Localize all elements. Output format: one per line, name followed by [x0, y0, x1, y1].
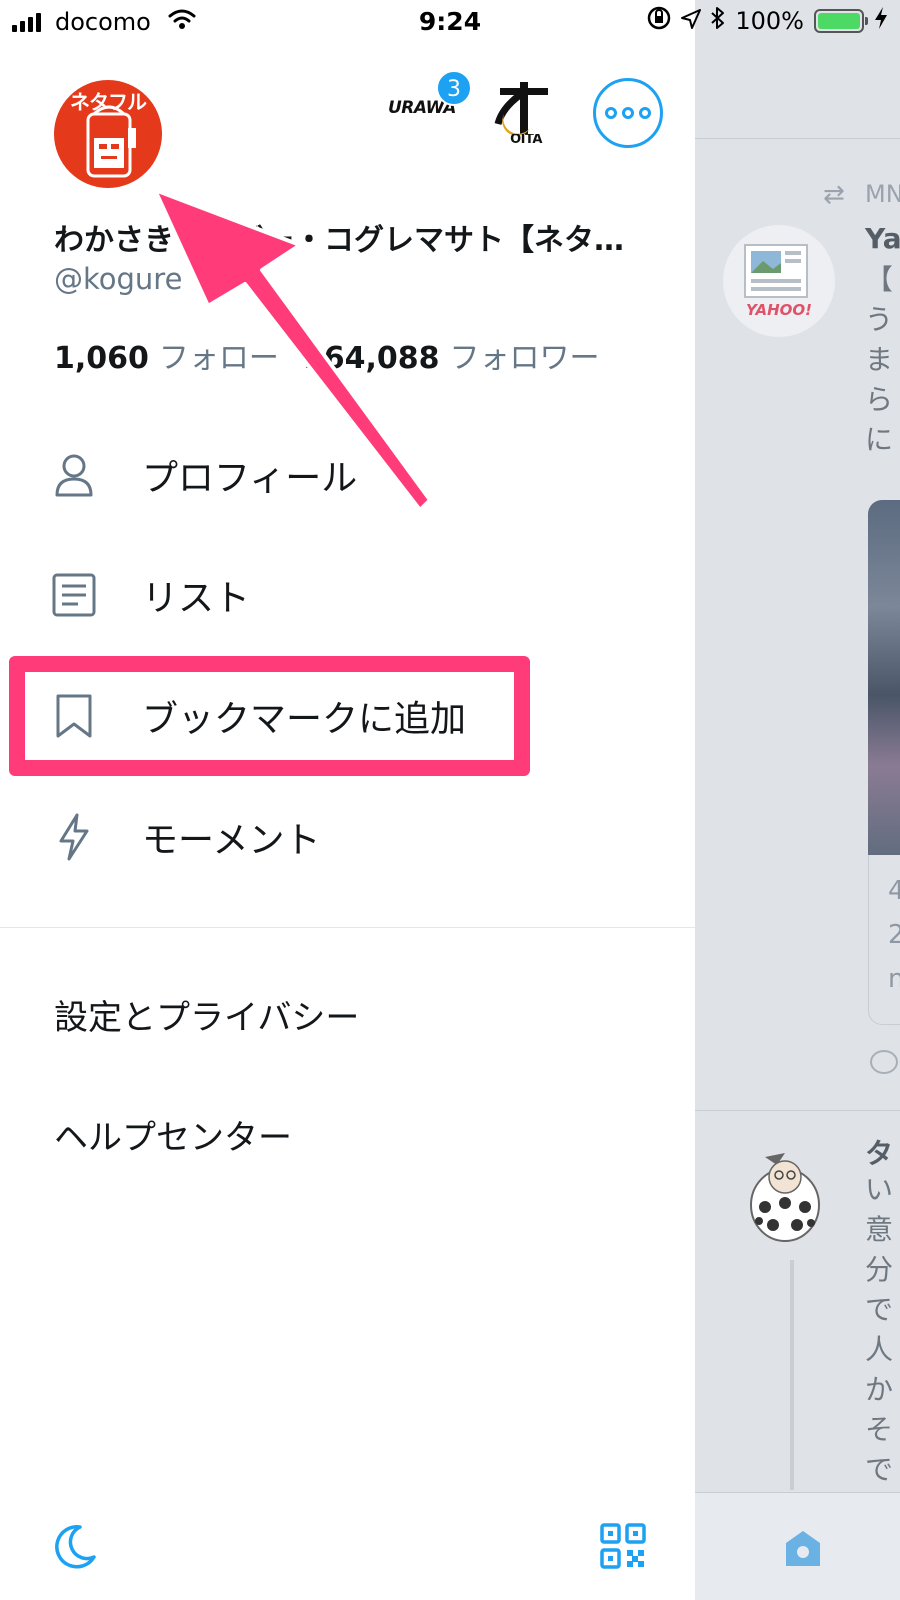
tweet-text-2: い 意 分 で 人 か そ で	[865, 1173, 894, 1486]
list-icon	[52, 571, 96, 619]
orientation-lock-icon	[647, 6, 671, 36]
reply-icon[interactable]	[870, 1050, 898, 1074]
menu-item-lists[interactable]: リスト	[0, 540, 695, 650]
tweet-media-image[interactable]	[868, 500, 900, 855]
cow-character-icon	[750, 1153, 820, 1242]
navigation-drawer: ネタフル URAWA 3 OITA わかさきブロガー・コグレマサト【ネタ… @k…	[0, 0, 695, 1600]
profile-handle[interactable]: @kogure	[54, 262, 182, 296]
oita-logo-text: OITA	[510, 134, 542, 146]
account-switch-oita[interactable]: OITA	[490, 78, 558, 148]
settings-privacy-link[interactable]: 設定とプライバシー	[54, 990, 359, 1039]
charging-icon	[874, 6, 888, 36]
bluetooth-icon	[711, 6, 725, 36]
following-label[interactable]: フォロー	[159, 341, 279, 376]
menu-label-moments: モーメント	[142, 820, 321, 861]
yahoo-logo-text: YAHOO!	[746, 301, 812, 319]
tweet-text: 【 う ま ら に	[865, 263, 894, 456]
tweet-author-name-2[interactable]: タ	[865, 1132, 893, 1172]
following-count[interactable]: 1,060	[54, 341, 149, 376]
follow-stats: 1,060 フォロー 164,088 フォロワー	[54, 333, 624, 377]
qr-code-icon[interactable]	[600, 1523, 646, 1573]
menu-item-moments[interactable]: モーメント	[0, 782, 695, 892]
status-right-group: 100%	[647, 6, 888, 36]
night-mode-icon[interactable]	[50, 1523, 98, 1575]
tweet-author-name[interactable]: Ya	[865, 222, 900, 255]
more-accounts-button[interactable]	[593, 78, 663, 148]
menu-item-profile[interactable]: プロフィール	[0, 420, 695, 530]
battery-percent: 100%	[735, 7, 804, 35]
drawer-divider	[0, 927, 695, 928]
location-icon	[681, 7, 702, 35]
profile-display-name[interactable]: わかさきブロガー・コグレマサト【ネタ…	[54, 215, 644, 259]
timeline-header-divider	[695, 138, 900, 139]
followers-label[interactable]: フォロワー	[450, 341, 600, 376]
lightning-icon	[52, 813, 96, 861]
retweet-icon: ⇄	[823, 180, 845, 210]
menu-label-profile: プロフィール	[142, 458, 358, 499]
news-icon	[744, 244, 808, 298]
dot-icon	[622, 107, 634, 119]
help-center-link[interactable]: ヘルプセンター	[54, 1110, 292, 1159]
followers-count[interactable]: 164,088	[303, 341, 440, 376]
timeline-background[interactable]: ⇄ MN YAHOO! Ya 【 う ま ら に 4 2 n タ い 意 分 で…	[695, 0, 900, 1600]
status-bar: docomo 9:24 100%	[0, 0, 900, 44]
card-line-2: 2	[888, 920, 900, 950]
retweeter-name: MN	[865, 180, 900, 208]
cow-avatar[interactable]	[735, 1145, 835, 1245]
dot-icon	[639, 107, 651, 119]
notification-badge: 3	[436, 70, 472, 106]
dot-icon	[605, 107, 617, 119]
battery-icon	[814, 9, 868, 33]
profile-avatar[interactable]: ネタフル	[54, 80, 162, 188]
card-line-3: n	[888, 964, 900, 994]
annotation-highlight-box	[9, 656, 530, 776]
thread-line	[790, 1260, 794, 1490]
person-icon	[52, 451, 96, 499]
tweet-divider	[695, 1110, 900, 1111]
home-tab-icon[interactable]	[783, 1528, 823, 1572]
yahoo-avatar[interactable]: YAHOO!	[723, 225, 835, 337]
menu-label-lists: リスト	[142, 578, 251, 619]
card-line-1: 4	[888, 876, 900, 906]
backpack-character-icon	[86, 105, 136, 178]
